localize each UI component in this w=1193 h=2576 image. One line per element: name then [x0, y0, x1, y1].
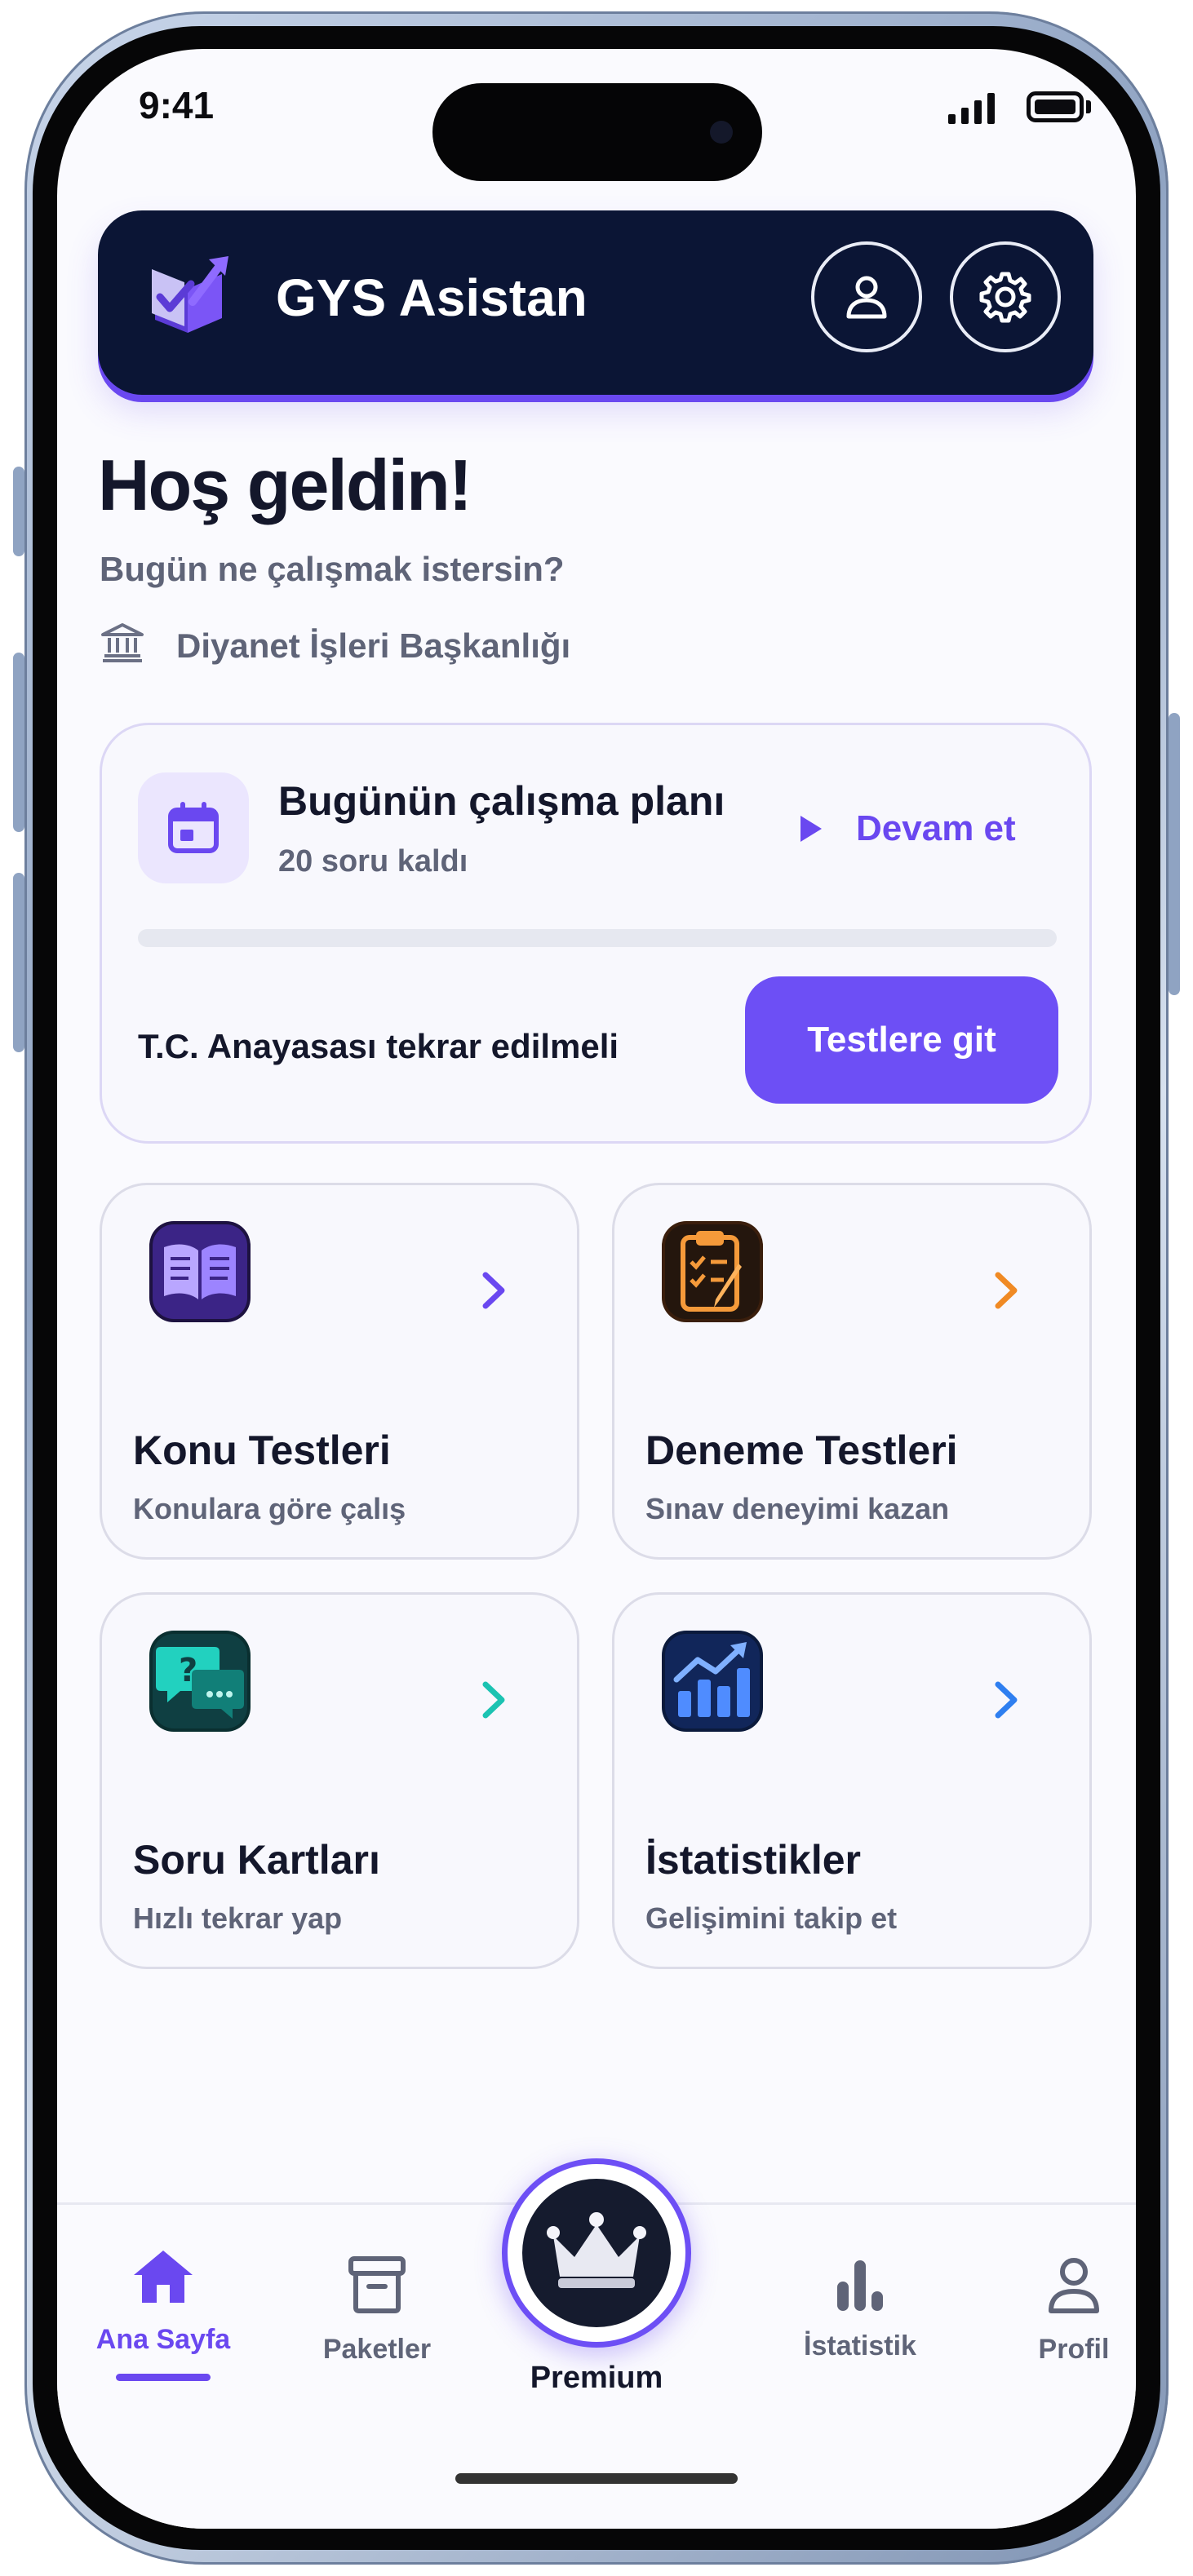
feature-subtitle: Hızlı tekrar yap — [133, 1901, 343, 1935]
power-button — [1169, 713, 1180, 995]
feature-card-practice-exams[interactable]: Deneme Testleri Sınav deneyimi kazan — [612, 1183, 1092, 1560]
institution-icon — [101, 623, 144, 662]
chevron-right-icon — [995, 1681, 1018, 1719]
action-button — [13, 467, 24, 556]
feature-subtitle: Gelişimini takip et — [645, 1901, 898, 1935]
user-icon — [846, 276, 887, 319]
app-screen: 9:41 GYS Asistan Hoş geldin! Bugün ne ça… — [57, 49, 1136, 2529]
nav-statistics-label: İstatistik — [804, 2330, 916, 2361]
app-title: GYS Asistan — [276, 268, 588, 327]
nav-statistics[interactable]: İstatistik — [778, 2257, 942, 2362]
dynamic-island — [432, 83, 762, 181]
home-icon — [134, 2251, 193, 2303]
continue-label: Devam et — [856, 808, 1016, 848]
premium-label: Premium — [530, 2361, 663, 2395]
gear-icon — [979, 272, 1031, 323]
plan-remaining: 20 soru kaldı — [278, 844, 468, 879]
home-indicator[interactable] — [455, 2473, 738, 2484]
chevron-right-icon — [482, 1272, 505, 1309]
book-icon — [148, 1219, 252, 1324]
bar-chart-icon — [837, 2260, 883, 2311]
feature-card-statistics[interactable]: İstatistikler Gelişimini takip et — [612, 1592, 1092, 1969]
nav-profile[interactable]: Profil — [992, 2254, 1136, 2366]
chat-question-icon: ? — [148, 1629, 252, 1733]
feature-subtitle: Konulara göre çalış — [133, 1492, 406, 1525]
status-time: 9:41 — [139, 84, 215, 126]
go-to-tests-button[interactable]: Testlere git — [745, 976, 1058, 1104]
settings-button[interactable] — [950, 241, 1061, 352]
profile-button[interactable] — [811, 241, 922, 352]
feature-title: Soru Kartları — [133, 1837, 380, 1883]
institution-name: Diyanet İşleri Başkanlığı — [176, 626, 571, 665]
battery-cap — [1086, 100, 1091, 113]
welcome-title: Hoş geldin! — [98, 445, 472, 525]
cellular-signal-icon — [948, 93, 995, 124]
archive-box-icon — [348, 2256, 406, 2313]
volume-down-button — [13, 873, 24, 1052]
app-logo-icon — [152, 256, 228, 333]
chevron-right-icon — [995, 1272, 1018, 1309]
active-tab-indicator — [116, 2374, 211, 2381]
plan-icon-box — [138, 772, 249, 883]
plan-title: Bugünün çalışma planı — [278, 778, 725, 824]
study-plan-card: Bugünün çalışma planı 20 soru kaldı Deva… — [100, 723, 1092, 1144]
plan-progress-bar — [138, 929, 1057, 947]
app-header: GYS Asistan — [98, 210, 1093, 395]
user-icon — [1049, 2258, 1099, 2313]
battery-icon — [1027, 91, 1084, 122]
play-icon — [801, 816, 822, 842]
premium-core — [522, 2179, 671, 2327]
welcome-subtitle: Bugün ne çalışmak istersin? — [100, 550, 565, 588]
premium-button[interactable] — [502, 2158, 691, 2348]
nav-profile-label: Profil — [1038, 2334, 1110, 2365]
chevron-right-icon — [482, 1681, 505, 1719]
clipboard-icon — [660, 1219, 765, 1324]
feature-card-topic-tests[interactable]: Konu Testleri Konulara göre çalış — [100, 1183, 579, 1560]
nav-home[interactable]: Ana Sayfa — [82, 2247, 245, 2381]
feature-title: Deneme Testleri — [645, 1427, 958, 1473]
nav-packages[interactable]: Paketler — [295, 2254, 459, 2366]
feature-card-flashcards[interactable]: ? Soru Kartları Hızlı tekrar yap — [100, 1592, 579, 1969]
continue-button[interactable]: Devam et — [801, 800, 1016, 857]
nav-home-label: Ana Sayfa — [95, 2324, 231, 2355]
nav-packages-label: Paketler — [322, 2334, 432, 2365]
svg-text:?: ? — [179, 1652, 197, 1689]
plan-note: T.C. Anayasası tekrar edilmeli — [138, 1027, 619, 1065]
chart-icon — [660, 1629, 765, 1733]
camera-icon — [710, 121, 733, 144]
crown-icon — [547, 2212, 646, 2288]
feature-title: İstatistikler — [645, 1837, 862, 1883]
calendar-icon — [168, 802, 219, 853]
feature-subtitle: Sınav deneyimi kazan — [645, 1492, 950, 1525]
volume-up-button — [13, 653, 24, 832]
feature-title: Konu Testleri — [133, 1427, 391, 1473]
